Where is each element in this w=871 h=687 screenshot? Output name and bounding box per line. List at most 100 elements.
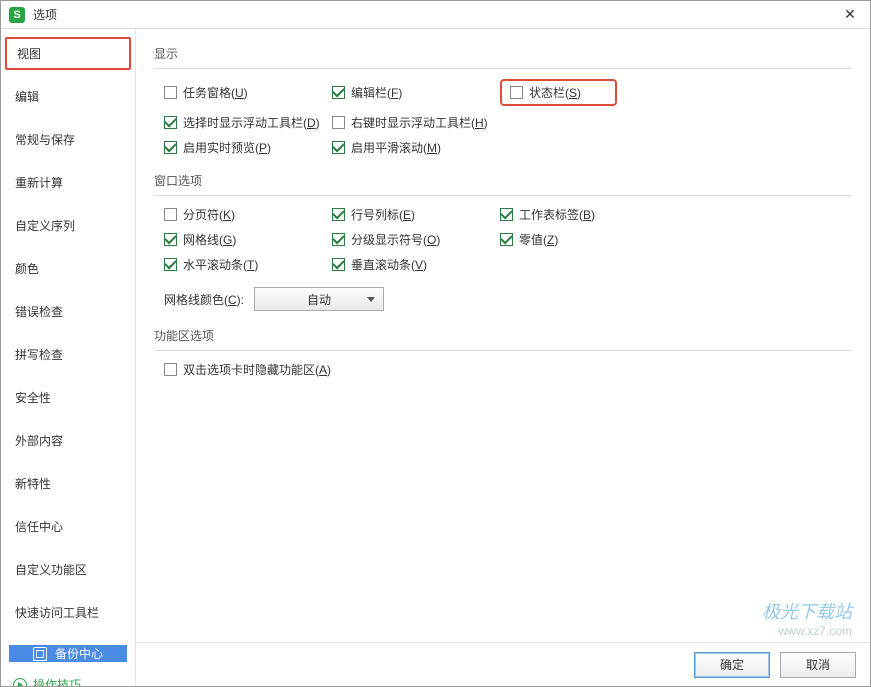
close-icon[interactable]: ✕	[838, 3, 862, 27]
sidebar-item-custom-ribbon[interactable]: 自定义功能区	[1, 553, 135, 586]
gridline-color-label: 网格线颜色(C):	[164, 291, 244, 308]
divider	[154, 350, 852, 351]
sidebar-item-label: 常规与保存	[15, 133, 75, 147]
sidebar-item-label: 错误检查	[15, 305, 63, 319]
checkbox-task-pane[interactable]: 任务窗格(U)	[164, 79, 324, 106]
sidebar-nav: 视图 编辑 常规与保存 重新计算 自定义序列 颜色 错误检查 拼写检查 安全性 …	[1, 35, 135, 639]
checkbox-label: 启用实时预览(P)	[183, 139, 271, 156]
checkbox-label: 启用平滑滚动(M)	[351, 139, 441, 156]
backup-label: 备份中心	[55, 645, 103, 662]
tips-label: 操作技巧	[33, 676, 81, 686]
backup-center-button[interactable]: 备份中心	[9, 645, 127, 662]
options-dialog: S 选项 ✕ 视图 编辑 常规与保存 重新计算 自定义序列 颜色 错误检查 拼写…	[0, 0, 871, 687]
sidebar-item-new-features[interactable]: 新特性	[1, 467, 135, 500]
checkbox-icon	[332, 116, 345, 129]
sidebar-item-label: 编辑	[15, 90, 39, 104]
checkbox-edit-bar[interactable]: 编辑栏(F)	[332, 79, 492, 106]
section-title: 显示	[154, 45, 852, 62]
section-ribbon-options: 功能区选项 双击选项卡时隐藏功能区(A)	[154, 327, 852, 378]
checkbox-label: 状态栏(S)	[529, 84, 581, 101]
checkbox-label: 水平滚动条(T)	[183, 256, 258, 273]
sidebar-item-label: 自定义序列	[15, 219, 75, 233]
checkbox-label: 分级显示符号(O)	[351, 231, 440, 248]
checkbox-label: 零值(Z)	[519, 231, 558, 248]
checkbox-live-preview[interactable]: 启用实时预览(P)	[164, 139, 324, 156]
checkbox-label: 双击选项卡时隐藏功能区(A)	[183, 361, 331, 378]
sidebar-item-label: 信任中心	[15, 520, 63, 534]
watermark: 极光下载站 www.xz7.com	[762, 598, 852, 638]
checkbox-label: 分页符(K)	[183, 206, 235, 223]
watermark-url: www.xz7.com	[762, 624, 852, 638]
sidebar-item-view[interactable]: 视图	[5, 37, 131, 70]
sidebar-item-label: 颜色	[15, 262, 39, 276]
sidebar-item-quick-access[interactable]: 快速访问工具栏	[1, 596, 135, 629]
checkbox-label: 网格线(G)	[183, 231, 236, 248]
gridline-color-select[interactable]: 自动	[254, 287, 384, 311]
checkbox-row-col[interactable]: 行号列标(E)	[332, 206, 492, 223]
sidebar-item-external[interactable]: 外部内容	[1, 424, 135, 457]
checkbox-zero[interactable]: 零值(Z)	[500, 231, 660, 248]
sidebar-item-label: 外部内容	[15, 434, 63, 448]
gridline-color-row: 网格线颜色(C): 自动	[164, 287, 852, 311]
checkbox-sheet-tabs[interactable]: 工作表标签(B)	[500, 206, 660, 223]
checkbox-page-break[interactable]: 分页符(K)	[164, 206, 324, 223]
checkbox-icon	[500, 233, 513, 246]
checkbox-label: 工作表标签(B)	[519, 206, 595, 223]
sidebar-item-label: 视图	[17, 47, 41, 61]
sidebar-item-trust-center[interactable]: 信任中心	[1, 510, 135, 543]
sidebar-item-general[interactable]: 常规与保存	[1, 123, 135, 156]
sidebar-item-custom-lists[interactable]: 自定义序列	[1, 209, 135, 242]
checkbox-icon	[164, 141, 177, 154]
button-label: 取消	[806, 656, 830, 673]
divider	[154, 195, 852, 196]
checkbox-smooth-scroll[interactable]: 启用平滑滚动(M)	[332, 139, 492, 156]
tips-link[interactable]: 操作技巧	[1, 668, 135, 686]
section-title: 功能区选项	[154, 327, 852, 344]
sidebar-item-label: 快速访问工具栏	[15, 606, 99, 620]
checkbox-vscroll[interactable]: 垂直滚动条(V)	[332, 256, 492, 273]
sidebar-item-color[interactable]: 颜色	[1, 252, 135, 285]
sidebar-item-label: 新特性	[15, 477, 51, 491]
checkbox-hscroll[interactable]: 水平滚动条(T)	[164, 256, 324, 273]
checkbox-label: 垂直滚动条(V)	[351, 256, 427, 273]
dialog-body: 视图 编辑 常规与保存 重新计算 自定义序列 颜色 错误检查 拼写检查 安全性 …	[1, 29, 870, 686]
ok-button[interactable]: 确定	[694, 652, 770, 678]
checkbox-icon	[164, 363, 177, 376]
sidebar-item-label: 重新计算	[15, 176, 63, 190]
sidebar-item-spell-check[interactable]: 拼写检查	[1, 338, 135, 371]
dialog-footer: 确定 取消	[136, 642, 870, 686]
cancel-button[interactable]: 取消	[780, 652, 856, 678]
sidebar-item-error-check[interactable]: 错误检查	[1, 295, 135, 328]
checkbox-label: 右键时显示浮动工具栏(H)	[351, 114, 488, 131]
app-icon: S	[9, 7, 25, 23]
sidebar-item-label: 自定义功能区	[15, 563, 87, 577]
checkbox-float-rclick[interactable]: 右键时显示浮动工具栏(H)	[332, 114, 492, 131]
checkbox-icon	[164, 116, 177, 129]
checkbox-icon	[510, 86, 523, 99]
checkbox-icon	[332, 258, 345, 271]
checkbox-icon	[332, 86, 345, 99]
checkbox-gridlines[interactable]: 网格线(G)	[164, 231, 324, 248]
sidebar: 视图 编辑 常规与保存 重新计算 自定义序列 颜色 错误检查 拼写检查 安全性 …	[1, 29, 136, 686]
checkbox-float-select[interactable]: 选择时显示浮动工具栏(D)	[164, 114, 324, 131]
checkbox-icon	[164, 208, 177, 221]
titlebar: S 选项 ✕	[1, 1, 870, 29]
checkbox-icon	[164, 258, 177, 271]
section-title: 窗口选项	[154, 172, 852, 189]
sidebar-item-security[interactable]: 安全性	[1, 381, 135, 414]
play-icon	[13, 678, 27, 687]
sidebar-item-recalc[interactable]: 重新计算	[1, 166, 135, 199]
checkbox-icon	[164, 86, 177, 99]
sidebar-item-label: 安全性	[15, 391, 51, 405]
checkbox-dblclick-hide-ribbon[interactable]: 双击选项卡时隐藏功能区(A)	[164, 361, 492, 378]
checkbox-label: 编辑栏(F)	[351, 84, 402, 101]
checkbox-icon	[332, 208, 345, 221]
sidebar-item-edit[interactable]: 编辑	[1, 80, 135, 113]
window-title: 选项	[33, 6, 838, 23]
checkbox-outline[interactable]: 分级显示符号(O)	[332, 231, 492, 248]
section-display: 显示 任务窗格(U) 编辑栏(F) 状态栏(S) 选择时显示浮动工具栏(D) 右…	[154, 45, 852, 156]
checkbox-label: 行号列标(E)	[351, 206, 415, 223]
button-label: 确定	[720, 656, 744, 673]
checkbox-icon	[332, 141, 345, 154]
checkbox-status-bar[interactable]: 状态栏(S)	[510, 84, 581, 101]
